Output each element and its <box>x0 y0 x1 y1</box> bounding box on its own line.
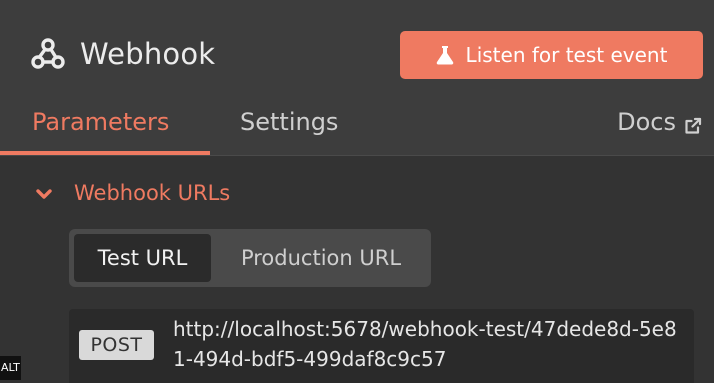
webhook-urls-toggle[interactable]: Webhook URLs <box>36 181 230 205</box>
url-type-switch: Test URL Production URL <box>69 229 431 287</box>
tab-docs[interactable]: Docs <box>617 108 702 136</box>
tab-parameters[interactable]: Parameters <box>32 108 169 136</box>
corner-badge: ALT <box>0 356 21 380</box>
listen-button-label: Listen for test event <box>465 43 668 67</box>
section-title: Webhook URLs <box>74 181 231 205</box>
external-link-icon <box>684 113 702 134</box>
panel-title: Webhook <box>80 37 216 71</box>
chevron-down-icon <box>36 186 52 200</box>
panel-header: Webhook Listen for test event Parameters… <box>0 0 714 155</box>
test-url-option[interactable]: Test URL <box>74 234 211 282</box>
production-url-option[interactable]: Production URL <box>214 234 428 282</box>
tab-settings[interactable]: Settings <box>240 108 338 136</box>
title-row: Webhook <box>30 32 215 76</box>
node-details-panel: Webhook Listen for test event Parameters… <box>0 0 714 383</box>
flask-icon <box>436 45 454 65</box>
http-method-badge: POST <box>79 330 154 360</box>
parameters-panel: Webhook URLs Test URL Production URL POS… <box>0 156 714 383</box>
tab-bar: Parameters Settings Docs <box>0 100 714 155</box>
webhook-url[interactable]: http://localhost:5678/webhook-test/47ded… <box>173 314 685 374</box>
webhook-url-box[interactable]: POST http://localhost:5678/webhook-test/… <box>69 309 694 383</box>
docs-label: Docs <box>617 108 676 136</box>
listen-for-test-event-button[interactable]: Listen for test event <box>400 31 703 79</box>
webhook-icon <box>30 36 66 72</box>
